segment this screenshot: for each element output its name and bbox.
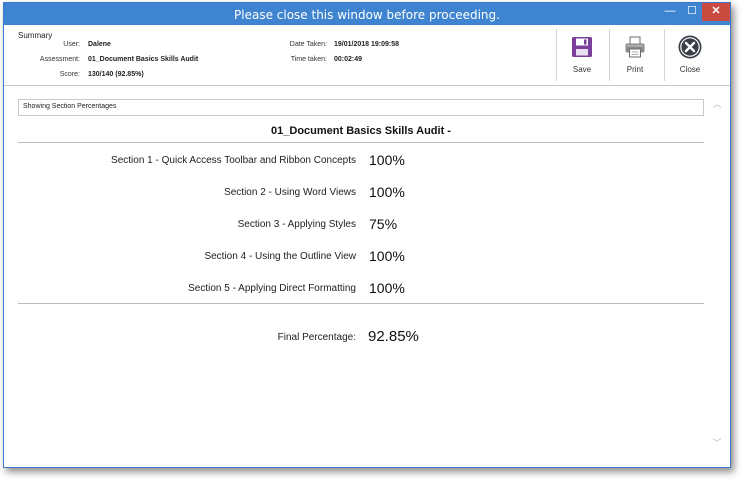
save-button[interactable]: Save	[557, 29, 607, 81]
time-taken-label: Time taken:	[290, 56, 327, 63]
minimize-button[interactable]: —	[659, 3, 681, 21]
title-bar[interactable]: Please close this window before proceedi…	[4, 3, 730, 25]
window-close-button[interactable]: ✕	[702, 3, 730, 21]
score-value: 130/140 (92.85%)	[88, 71, 144, 78]
user-label: User:	[63, 41, 80, 48]
user-value: Dalene	[88, 41, 111, 48]
close-button[interactable]: Close	[665, 29, 715, 81]
showing-section-percentages: Showing Section Percentages	[23, 103, 117, 110]
summary-panel: Summary User: Dalene Assessment: 01_Docu…	[4, 25, 730, 86]
section-4-label: Section 4 - Using the Outline View	[204, 251, 356, 262]
score-label: Score:	[59, 71, 80, 78]
section-5-label: Section 5 - Applying Direct Formatting	[188, 283, 356, 294]
close-label: Close	[679, 65, 701, 74]
window-title: Please close this window before proceedi…	[234, 8, 500, 22]
scroll-up-icon[interactable]: ︿	[710, 97, 724, 109]
time-taken-value: 00:02:49	[334, 56, 363, 63]
section-1-percentage: 100%	[369, 152, 405, 168]
section-5-percentage: 100%	[369, 280, 405, 296]
close-circle-icon	[678, 35, 702, 59]
results-window: Please close this window before proceedi…	[3, 2, 731, 468]
scroll-down-icon[interactable]: ﹀	[710, 436, 724, 448]
divider	[18, 142, 704, 143]
section-3-label: Section 3 - Applying Styles	[237, 219, 356, 230]
final-percentage-label: Final Percentage:	[277, 332, 356, 343]
section-2-percentage: 100%	[369, 184, 405, 200]
report-content: Showing Section Percentages ︿ ﹀ 01_Docum…	[4, 87, 730, 467]
assessment-title: 01_Document Basics Skills Audit -	[271, 125, 451, 137]
section-2-label: Section 2 - Using Word Views	[224, 187, 356, 198]
date-taken-value: 19/01/2018 19:09:58	[334, 41, 399, 48]
section-view-header: Showing Section Percentages	[18, 99, 704, 116]
save-label: Save	[572, 65, 592, 74]
assessment-value: 01_Document Basics Skills Audit	[88, 56, 199, 63]
date-taken-label: Date Taken:	[289, 41, 327, 48]
maximize-button[interactable]: ☐	[681, 3, 703, 21]
section-1-label: Section 1 - Quick Access Toolbar and Rib…	[111, 155, 356, 166]
assessment-label: Assessment:	[39, 56, 80, 63]
final-percentage-value: 92.85%	[368, 328, 419, 345]
section-3-percentage: 75%	[369, 216, 398, 232]
printer-icon	[623, 35, 647, 59]
print-button[interactable]: Print	[610, 29, 660, 81]
divider	[18, 303, 704, 304]
save-icon	[570, 35, 594, 59]
print-label: Print	[626, 65, 644, 74]
summary-heading: Summary	[18, 31, 53, 40]
section-4-percentage: 100%	[369, 248, 405, 264]
